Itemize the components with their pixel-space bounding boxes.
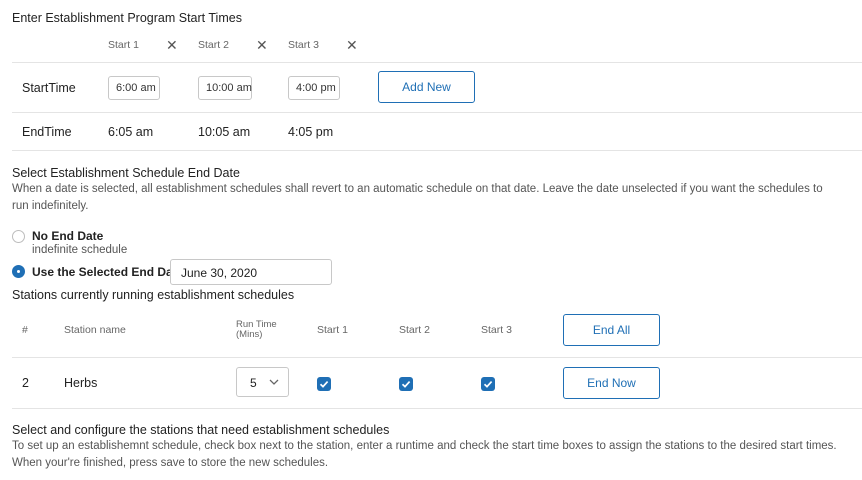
start3-header: Start 3	[288, 39, 319, 51]
add-new-button[interactable]: Add New	[378, 71, 475, 103]
no-end-date-sublabel: indefinite schedule	[32, 244, 128, 256]
col-station-name-header: Station name	[64, 324, 126, 336]
stations-title: Stations currently running establishment…	[12, 288, 295, 302]
col-start3-header: Start 3	[481, 324, 512, 336]
runtime-select[interactable]: 5	[236, 367, 289, 397]
station-name: Herbs	[64, 376, 98, 390]
start3-checkbox[interactable]	[481, 377, 495, 391]
divider	[12, 62, 862, 63]
close-icon[interactable]: ✕	[256, 38, 268, 52]
checkmark-icon	[483, 381, 493, 388]
chevron-down-icon	[269, 375, 279, 392]
end-date-title: Select Establishment Schedule End Date	[12, 166, 240, 180]
divider	[12, 408, 862, 409]
start2-checkbox[interactable]	[399, 377, 413, 391]
configure-description: To set up an establishemnt schedule, che…	[12, 440, 837, 469]
col-num-header: #	[22, 324, 28, 336]
station-number: 2	[22, 376, 29, 390]
start2-time-input[interactable]: 10:00 am	[198, 76, 252, 100]
start3-time-input[interactable]: 4:00 pm	[288, 76, 340, 100]
no-end-date-label: No End Date	[32, 229, 104, 243]
end-date-field[interactable]: June 30, 2020	[170, 259, 332, 285]
close-icon[interactable]: ✕	[346, 38, 358, 52]
program-title: Enter Establishment Program Start Times	[12, 11, 242, 25]
end1-time-value: 6:05 am	[108, 125, 154, 139]
use-selected-end-date-label: Use the Selected End Date	[32, 265, 184, 279]
end2-time-value: 10:05 am	[198, 125, 251, 139]
configure-title: Select and configure the stations that n…	[12, 423, 390, 437]
divider	[12, 112, 862, 113]
divider	[12, 150, 862, 151]
start-time-label: StartTime	[22, 81, 76, 95]
col-start1-header: Start 1	[317, 324, 348, 336]
col-runtime-header: Run Time (Mins)	[236, 319, 277, 340]
end-now-button[interactable]: End Now	[563, 367, 660, 399]
no-end-date-radio[interactable]	[12, 230, 25, 243]
end-all-button[interactable]: End All	[563, 314, 660, 346]
start1-checkbox[interactable]	[317, 377, 331, 391]
checkmark-icon	[319, 381, 329, 388]
end-date-description: When a date is selected, all establishme…	[12, 183, 823, 212]
end3-time-value: 4:05 pm	[288, 125, 334, 139]
runtime-value: 5	[250, 376, 257, 390]
use-selected-end-date-radio[interactable]	[12, 265, 25, 278]
start2-header: Start 2	[198, 39, 229, 51]
end-time-label: EndTime	[22, 125, 72, 139]
checkmark-icon	[401, 381, 411, 388]
col-start2-header: Start 2	[399, 324, 430, 336]
close-icon[interactable]: ✕	[166, 38, 178, 52]
divider	[12, 357, 862, 358]
start1-time-input[interactable]: 6:00 am	[108, 76, 160, 100]
start1-header: Start 1	[108, 39, 139, 51]
